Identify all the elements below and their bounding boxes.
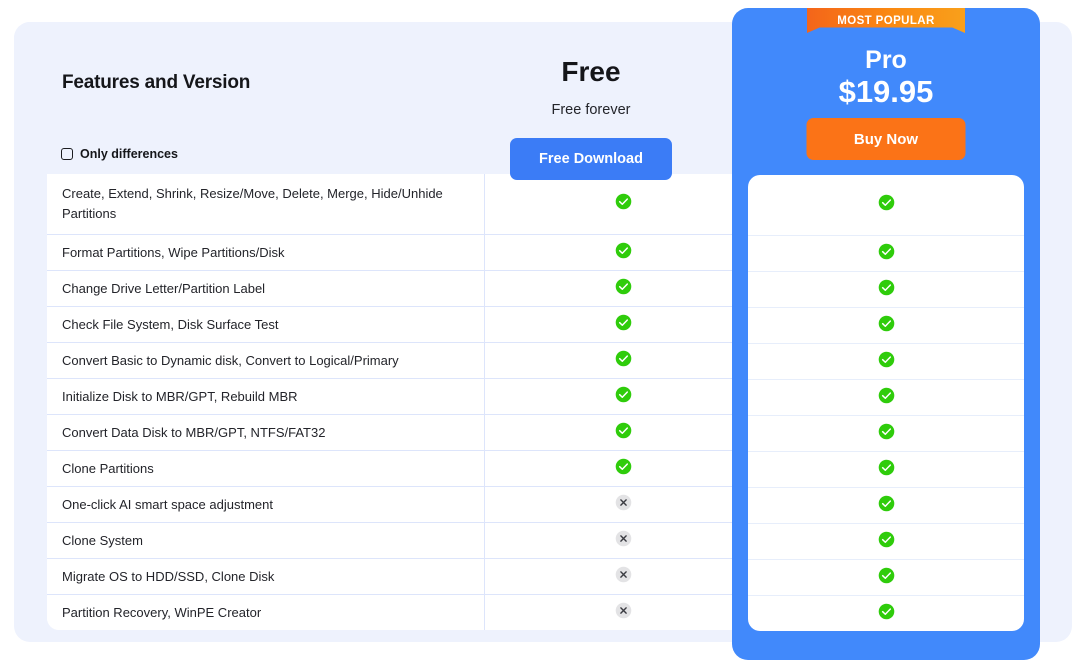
pro-feature-row <box>748 595 1024 631</box>
only-differences-toggle[interactable]: Only differences <box>61 147 178 161</box>
check-circle-icon <box>878 315 895 337</box>
feature-label: Migrate OS to HDD/SSD, Clone Disk <box>62 568 275 584</box>
free-download-button[interactable]: Free Download <box>510 138 672 180</box>
check-circle-icon <box>878 243 895 265</box>
free-plan-cell <box>485 595 763 630</box>
check-circle-icon <box>615 278 632 300</box>
feature-label-cell: Change Drive Letter/Partition Label <box>47 271 485 306</box>
only-differences-label: Only differences <box>80 147 178 161</box>
feature-label: Convert Basic to Dynamic disk, Convert t… <box>62 352 399 368</box>
check-circle-icon <box>878 459 895 481</box>
pro-feature-row <box>748 235 1024 271</box>
free-plan-name: Free <box>561 56 621 87</box>
free-plan-cell <box>485 307 763 342</box>
free-plan-cell <box>485 415 763 450</box>
pro-feature-card <box>748 175 1024 631</box>
check-circle-icon <box>878 495 895 517</box>
feature-label: Convert Data Disk to MBR/GPT, NTFS/FAT32 <box>62 424 326 440</box>
check-circle-icon <box>615 242 632 264</box>
check-circle-icon <box>615 193 632 215</box>
feature-label: Check File System, Disk Surface Test <box>62 316 279 332</box>
feature-label-cell: Create, Extend, Shrink, Resize/Move, Del… <box>47 174 485 234</box>
header-cell-free-plan: Free Free forever Free Download <box>452 22 730 180</box>
pro-feature-row <box>748 415 1024 451</box>
pro-plan-name: Pro <box>865 46 907 74</box>
pro-feature-row <box>748 451 1024 487</box>
pro-feature-row <box>748 487 1024 523</box>
feature-label-cell: Clone System <box>47 523 485 558</box>
check-circle-icon <box>615 458 632 480</box>
feature-label: Create, Extend, Shrink, Resize/Move, Del… <box>62 186 443 221</box>
feature-label-cell: Convert Data Disk to MBR/GPT, NTFS/FAT32 <box>47 415 485 450</box>
page-title: Features and Version <box>62 72 251 93</box>
check-circle-icon <box>878 387 895 409</box>
check-circle-icon <box>615 422 632 444</box>
pricing-comparison-page: Features and Version Only differences Fr… <box>0 0 1085 669</box>
pro-plan-price: $19.95 <box>838 74 934 109</box>
pro-feature-row <box>748 523 1024 559</box>
feature-label: Clone System <box>62 532 143 548</box>
feature-label-cell: Format Partitions, Wipe Partitions/Disk <box>47 235 485 270</box>
free-plan-cell <box>485 379 763 414</box>
header-cell-features: Features and Version Only differences <box>14 22 452 174</box>
pro-feature-row <box>748 379 1024 415</box>
feature-label: Clone Partitions <box>62 460 154 476</box>
free-plan-cell <box>485 523 763 558</box>
most-popular-badge: MOST POPULAR <box>807 8 965 33</box>
check-circle-icon <box>878 531 895 553</box>
pro-feature-row <box>748 307 1024 343</box>
check-circle-icon <box>878 567 895 589</box>
free-plan-cell <box>485 271 763 306</box>
buy-now-button[interactable]: Buy Now <box>806 118 966 160</box>
only-differences-checkbox[interactable] <box>61 148 73 160</box>
free-plan-cell <box>485 235 763 270</box>
feature-label: Format Partitions, Wipe Partitions/Disk <box>62 244 285 260</box>
pro-feature-row <box>748 559 1024 595</box>
cross-circle-icon <box>615 494 632 516</box>
check-circle-icon <box>878 351 895 373</box>
feature-label-cell: Check File System, Disk Surface Test <box>47 307 485 342</box>
check-circle-icon <box>615 314 632 336</box>
pro-plan-panel: MOST POPULAR Pro $19.95 Buy Now <box>732 8 1040 660</box>
feature-label: Change Drive Letter/Partition Label <box>62 280 266 296</box>
check-circle-icon <box>878 194 895 216</box>
cross-circle-icon <box>615 602 632 624</box>
feature-label: One-click AI smart space adjustment <box>62 496 273 512</box>
cross-circle-icon <box>615 566 632 588</box>
free-plan-cell <box>485 451 763 486</box>
feature-label-cell: Clone Partitions <box>47 451 485 486</box>
check-circle-icon <box>878 603 895 625</box>
check-circle-icon <box>615 386 632 408</box>
free-plan-subtitle: Free forever <box>551 102 631 118</box>
free-plan-cell <box>485 487 763 522</box>
cross-circle-icon <box>615 530 632 552</box>
feature-label: Initialize Disk to MBR/GPT, Rebuild MBR <box>62 388 298 404</box>
feature-label-cell: Migrate OS to HDD/SSD, Clone Disk <box>47 559 485 594</box>
feature-label-cell: One-click AI smart space adjustment <box>47 487 485 522</box>
check-circle-icon <box>878 279 895 301</box>
feature-label: Partition Recovery, WinPE Creator <box>62 604 262 620</box>
check-circle-icon <box>615 350 632 372</box>
feature-label-cell: Initialize Disk to MBR/GPT, Rebuild MBR <box>47 379 485 414</box>
free-plan-cell <box>485 174 763 234</box>
check-circle-icon <box>878 423 895 445</box>
feature-label-cell: Partition Recovery, WinPE Creator <box>47 595 485 630</box>
feature-label-cell: Convert Basic to Dynamic disk, Convert t… <box>47 343 485 378</box>
free-plan-cell <box>485 559 763 594</box>
pro-feature-row <box>748 175 1024 235</box>
pro-feature-row <box>748 343 1024 379</box>
pro-feature-row <box>748 271 1024 307</box>
free-plan-cell <box>485 343 763 378</box>
